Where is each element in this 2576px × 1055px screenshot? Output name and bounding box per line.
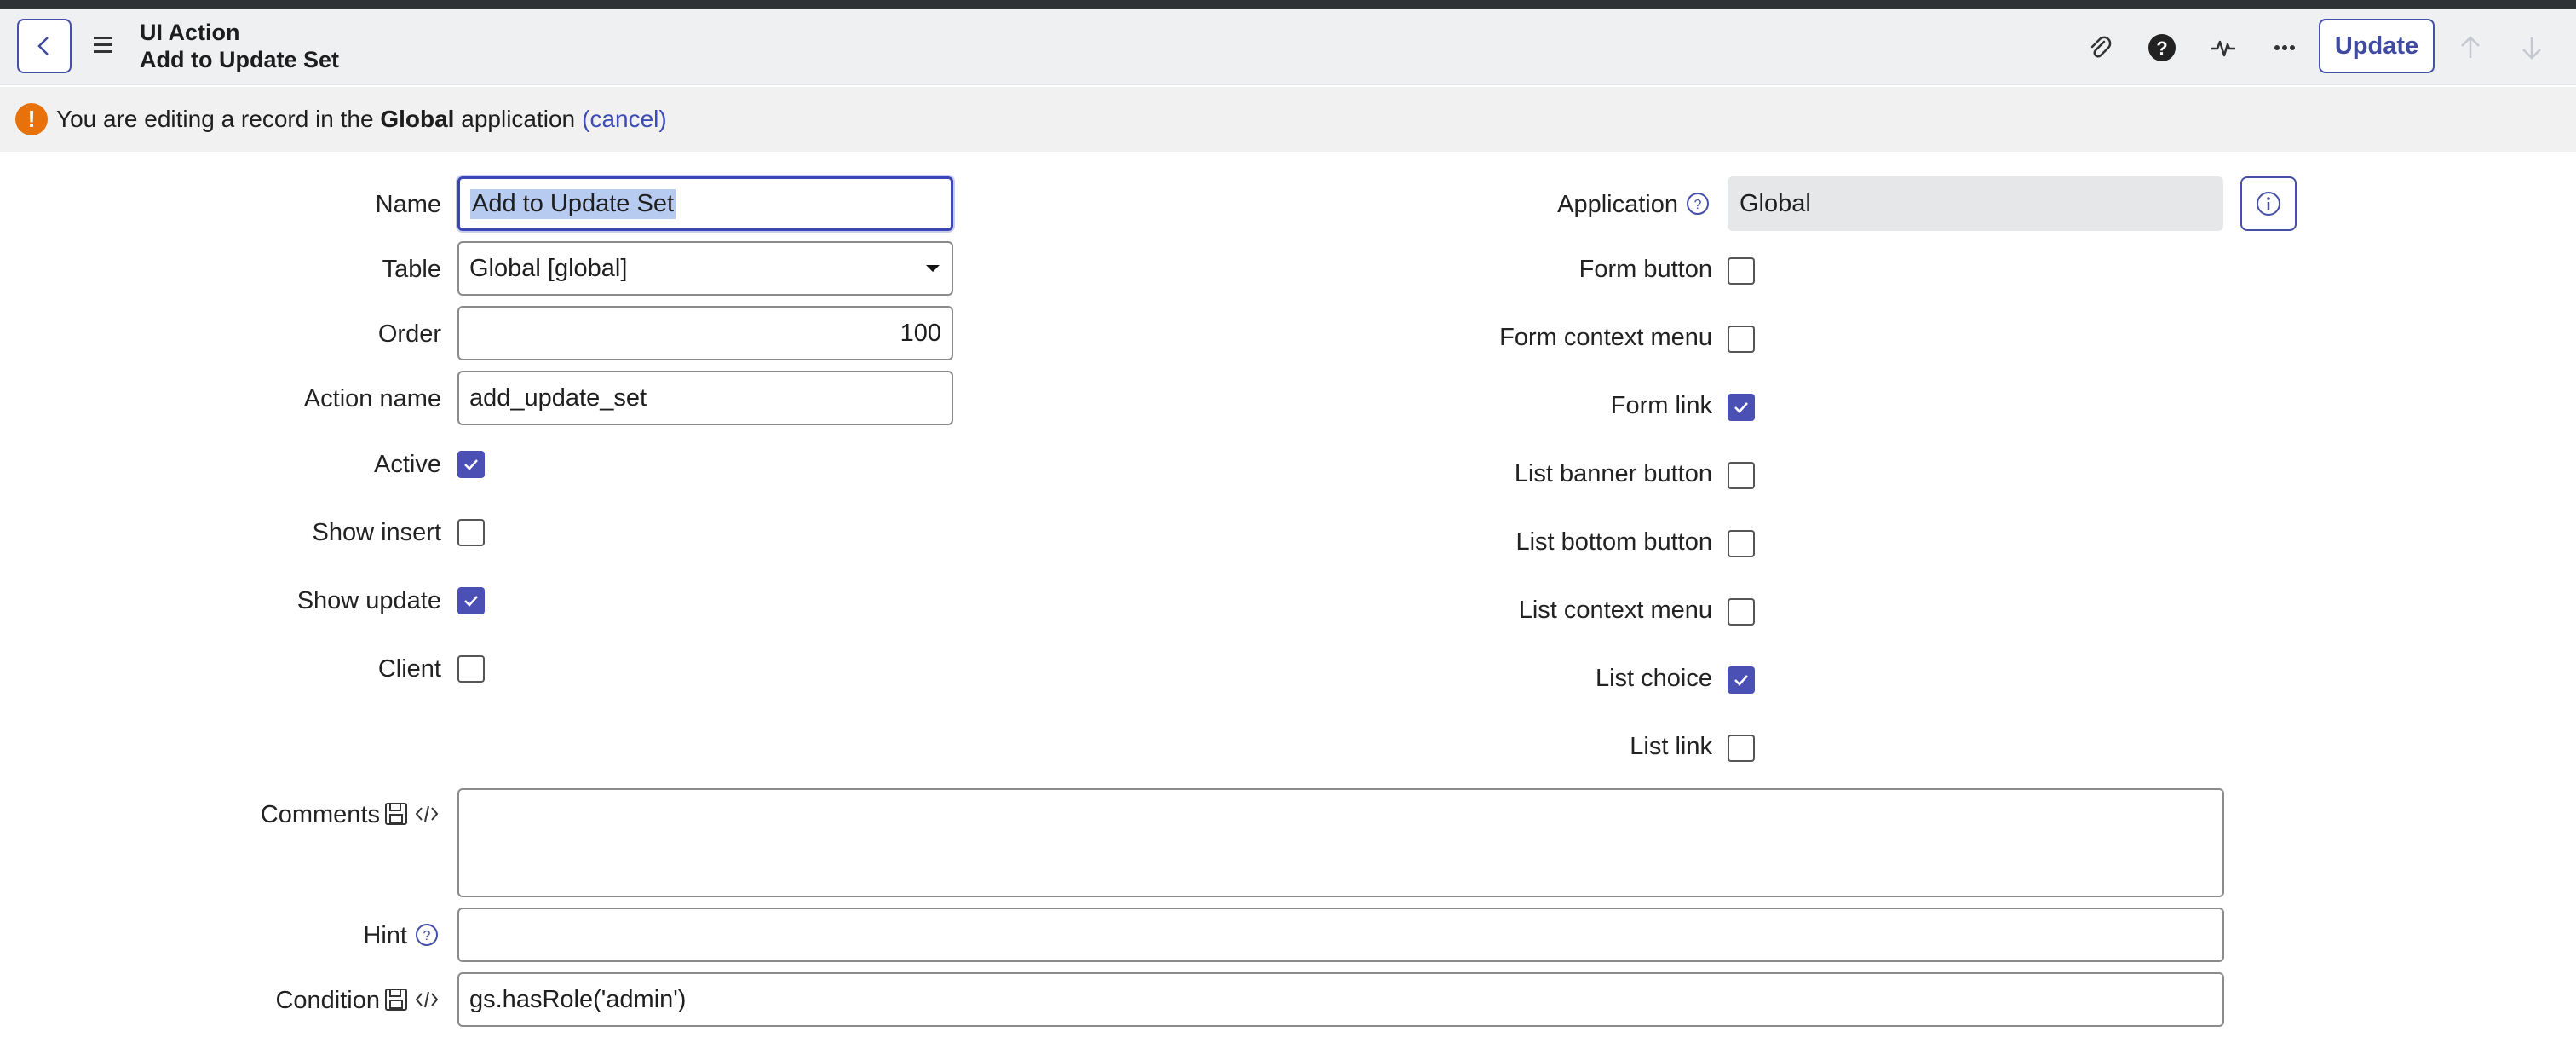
name-label: Name — [375, 191, 441, 218]
question-circle-icon[interactable]: ? — [1686, 192, 1710, 216]
list-bottom-button-label: List bottom button — [1515, 528, 1712, 556]
form-context-menu-label: Form context menu — [1499, 324, 1712, 351]
checkmark-icon — [1734, 402, 1748, 413]
list-banner-button-label: List banner button — [1514, 460, 1712, 487]
show-update-label: Show update — [296, 587, 441, 614]
save-icon[interactable] — [383, 801, 409, 827]
list-link-label: List link — [1630, 733, 1712, 760]
list-bottom-button-checkbox[interactable] — [1728, 530, 1755, 557]
list-context-menu-checkbox[interactable] — [1728, 598, 1755, 626]
list-banner-button-checkbox[interactable] — [1728, 462, 1755, 489]
hamburger-icon[interactable] — [94, 32, 118, 56]
record-title: UI Action Add to Update Set — [140, 19, 339, 73]
next-record-button[interactable] — [2513, 29, 2550, 66]
form-link-checkbox[interactable] — [1728, 394, 1755, 421]
hint-field[interactable] — [457, 908, 2224, 962]
question-circle-icon: ? — [2148, 34, 2176, 61]
cancel-link[interactable]: (cancel) — [582, 106, 667, 133]
show-insert-label: Show insert — [312, 519, 441, 546]
checkmark-icon — [1734, 675, 1748, 686]
ellipsis-icon — [2274, 45, 2295, 50]
arrow-up-icon — [2461, 36, 2480, 58]
previous-record-button[interactable] — [2452, 29, 2489, 66]
form-link-label: Form link — [1610, 392, 1712, 419]
activity-button[interactable] — [2205, 29, 2242, 66]
chevron-left-icon — [37, 37, 49, 55]
client-checkbox[interactable] — [457, 655, 485, 683]
info-icon — [2257, 192, 2280, 216]
help-button[interactable]: ? — [2143, 29, 2181, 66]
update-button[interactable]: Update — [2319, 19, 2435, 73]
scope-warning-banner: ! You are editing a record in the Global… — [0, 87, 2576, 152]
svg-text:?: ? — [1694, 198, 1702, 212]
table-select[interactable]: Global [global] — [457, 241, 953, 296]
show-update-checkbox[interactable] — [457, 587, 485, 614]
name-field[interactable]: Add to Update Set — [457, 176, 953, 231]
form-header: UI Action Add to Update Set ? Update — [0, 9, 2576, 85]
active-checkbox[interactable] — [457, 451, 485, 478]
paperclip-icon — [2090, 36, 2112, 58]
checkmark-icon — [464, 459, 478, 470]
svg-text:?: ? — [2156, 37, 2167, 59]
exclamation-icon: ! — [15, 103, 48, 135]
list-context-menu-label: List context menu — [1518, 597, 1712, 624]
active-label: Active — [374, 451, 441, 478]
code-icon[interactable] — [414, 801, 440, 827]
code-icon[interactable] — [414, 987, 440, 1012]
action-name-label: Action name — [303, 385, 441, 412]
record-type: UI Action — [140, 20, 240, 45]
order-label: Order — [377, 320, 441, 348]
save-icon[interactable] — [383, 987, 409, 1012]
more-button[interactable] — [2266, 29, 2303, 66]
top-strip — [0, 0, 2576, 9]
hint-label: Hint — [363, 922, 407, 949]
table-label: Table — [382, 256, 441, 283]
order-field[interactable]: 100 — [457, 306, 953, 360]
client-label: Client — [377, 655, 441, 683]
checkmark-icon — [464, 596, 478, 607]
form-button-checkbox[interactable] — [1728, 257, 1755, 285]
application-label: Application — [1557, 191, 1678, 218]
list-choice-checkbox[interactable] — [1728, 666, 1755, 694]
caret-down-icon — [926, 265, 940, 272]
arrow-down-icon — [2522, 37, 2541, 60]
back-button[interactable] — [17, 19, 72, 73]
application-info-button[interactable] — [2240, 176, 2297, 231]
question-circle-icon[interactable]: ? — [415, 923, 439, 947]
condition-field[interactable]: gs.hasRole('admin') — [457, 972, 2224, 1027]
show-insert-checkbox[interactable] — [457, 519, 485, 546]
action-name-field[interactable]: add_update_set — [457, 371, 953, 425]
form-context-menu-checkbox[interactable] — [1728, 326, 1755, 353]
record-name: Add to Update Set — [140, 47, 339, 72]
banner-message: You are editing a record in the Global a… — [56, 106, 576, 132]
list-link-checkbox[interactable] — [1728, 735, 1755, 762]
comments-field[interactable] — [457, 788, 2224, 897]
list-choice-label: List choice — [1595, 665, 1712, 692]
comments-label: Comments — [260, 801, 380, 828]
attachment-button[interactable] — [2081, 29, 2119, 66]
application-field: Global — [1728, 176, 2223, 231]
svg-text:?: ? — [423, 929, 431, 943]
pulse-icon — [2211, 40, 2235, 57]
condition-label: Condition — [275, 987, 380, 1014]
form-button-label: Form button — [1578, 256, 1712, 283]
